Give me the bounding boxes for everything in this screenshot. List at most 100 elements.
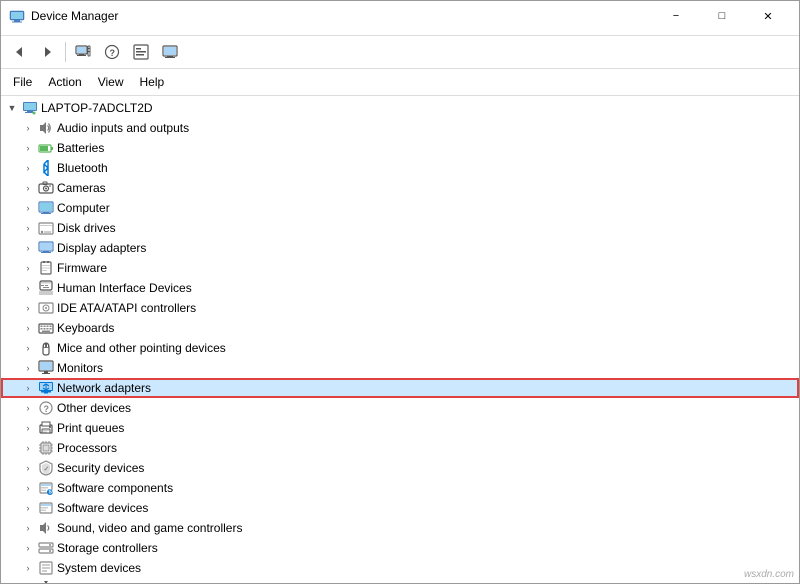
tree-item-system[interactable]: › System devices	[1, 558, 799, 578]
tree-item-audio[interactable]: › Audio inputs and outputs	[1, 118, 799, 138]
title-bar: Device Manager − □ ✕	[1, 1, 799, 31]
menu-view[interactable]: View	[90, 71, 132, 93]
cameras-icon	[38, 180, 54, 196]
cameras-label: Cameras	[57, 181, 106, 195]
tree-root[interactable]: ▼ LAPTOP-7ADCLT2D	[1, 98, 799, 118]
computer-icon	[38, 200, 54, 216]
svg-text:?: ?	[44, 404, 50, 414]
title-bar-left: Device Manager	[9, 8, 653, 24]
root-label: LAPTOP-7ADCLT2D	[41, 101, 153, 115]
svg-text:?: ?	[110, 48, 116, 58]
help-toolbar-btn[interactable]: ?	[98, 39, 126, 65]
monitors-icon	[38, 360, 54, 376]
system-label: System devices	[57, 561, 141, 575]
tree-item-network[interactable]: › Network adapters	[1, 378, 799, 398]
network-arrow: ›	[21, 381, 35, 395]
display-arrow: ›	[21, 241, 35, 255]
tree-item-storage[interactable]: › Storage controllers	[1, 538, 799, 558]
storage-arrow: ›	[21, 541, 35, 555]
forward-toolbar-btn[interactable]	[34, 39, 62, 65]
watermark: wsxdn.com	[744, 569, 794, 580]
computer-arrow: ›	[21, 201, 35, 215]
tree-item-sound[interactable]: › Sound, video and game controllers	[1, 518, 799, 538]
tree-item-sw-devices[interactable]: › Software devices	[1, 498, 799, 518]
toolbar: ?	[1, 36, 799, 69]
tree-item-computer[interactable]: › Computer	[1, 198, 799, 218]
processors-arrow: ›	[21, 441, 35, 455]
tree-item-security[interactable]: › ✓ Security devices	[1, 458, 799, 478]
window-title: Device Manager	[31, 9, 118, 23]
ide-arrow: ›	[21, 301, 35, 315]
system-icon	[38, 560, 54, 576]
sw-components-icon: SW	[38, 480, 54, 496]
keyboards-arrow: ›	[21, 321, 35, 335]
app-icon	[9, 8, 25, 24]
firmware-arrow: ›	[21, 261, 35, 275]
audio-arrow: ›	[21, 121, 35, 135]
menu-action[interactable]: Action	[40, 71, 89, 93]
sw-components-label: Software components	[57, 481, 173, 495]
tree-item-other[interactable]: › ? Other devices	[1, 398, 799, 418]
properties-toolbar-btn[interactable]	[127, 39, 155, 65]
bluetooth-icon	[38, 160, 54, 176]
cameras-arrow: ›	[21, 181, 35, 195]
tree-item-hid[interactable]: › Human Interface Devices	[1, 278, 799, 298]
tree-item-print[interactable]: › Print queues	[1, 418, 799, 438]
other-arrow: ›	[21, 401, 35, 415]
back-toolbar-btn[interactable]	[5, 39, 33, 65]
tree-item-processors[interactable]: › Proces	[1, 438, 799, 458]
audio-icon	[38, 120, 54, 136]
monitor-toolbar-btn[interactable]	[156, 39, 184, 65]
processors-label: Processors	[57, 441, 117, 455]
tree-item-firmware[interactable]: › Firmware	[1, 258, 799, 278]
menu-help[interactable]: Help	[132, 71, 173, 93]
tree-item-usb[interactable]: › Universal Serial Bus controllers	[1, 578, 799, 583]
tree-item-bluetooth[interactable]: › Bluetooth	[1, 158, 799, 178]
computer-label: Computer	[57, 201, 110, 215]
sw-devices-label: Software devices	[57, 501, 148, 515]
security-icon: ✓	[38, 460, 54, 476]
other-icon: ?	[38, 400, 54, 416]
toolbar-sep-1	[65, 42, 66, 62]
tree-item-disk[interactable]: › Disk drives	[1, 218, 799, 238]
root-icon	[22, 100, 38, 116]
tree-item-display[interactable]: › Display adapters	[1, 238, 799, 258]
sw-devices-arrow: ›	[21, 501, 35, 515]
sw-components-arrow: ›	[21, 481, 35, 495]
keyboards-label: Keyboards	[57, 321, 114, 335]
maximize-button[interactable]: □	[699, 1, 745, 31]
network-label: Network adapters	[57, 381, 151, 395]
batteries-label: Batteries	[57, 141, 104, 155]
security-arrow: ›	[21, 461, 35, 475]
ide-label: IDE ATA/ATAPI controllers	[57, 301, 196, 315]
display-label: Display adapters	[57, 241, 146, 255]
tree-item-monitors[interactable]: › Monitors	[1, 358, 799, 378]
tree-item-cameras[interactable]: › Cameras	[1, 178, 799, 198]
processors-icon	[38, 440, 54, 456]
tree-item-batteries[interactable]: › Batteries	[1, 138, 799, 158]
menu-file[interactable]: File	[5, 71, 40, 93]
print-label: Print queues	[57, 421, 124, 435]
usb-icon	[38, 580, 54, 583]
firmware-icon	[38, 260, 54, 276]
tree-item-keyboards[interactable]: › Keyboards	[1, 318, 799, 338]
usb-label: Universal Serial Bus controllers	[57, 581, 224, 583]
computer-toolbar-btn[interactable]	[69, 39, 97, 65]
tree-item-ide[interactable]: › IDE ATA/ATAPI controllers	[1, 298, 799, 318]
display-icon	[38, 240, 54, 256]
svg-text:✓: ✓	[44, 466, 50, 473]
storage-label: Storage controllers	[57, 541, 158, 555]
sound-label: Sound, video and game controllers	[57, 521, 242, 535]
ide-icon	[38, 300, 54, 316]
bluetooth-arrow: ›	[21, 161, 35, 175]
sw-devices-icon	[38, 500, 54, 516]
network-icon	[38, 380, 54, 396]
close-button[interactable]: ✕	[745, 1, 791, 31]
audio-label: Audio inputs and outputs	[57, 121, 189, 135]
security-label: Security devices	[57, 461, 144, 475]
disk-icon	[38, 220, 54, 236]
minimize-button[interactable]: −	[653, 1, 699, 31]
tree-item-mice[interactable]: › Mice and other pointing devices	[1, 338, 799, 358]
other-label: Other devices	[57, 401, 131, 415]
tree-item-sw-components[interactable]: › SW Software components	[1, 478, 799, 498]
